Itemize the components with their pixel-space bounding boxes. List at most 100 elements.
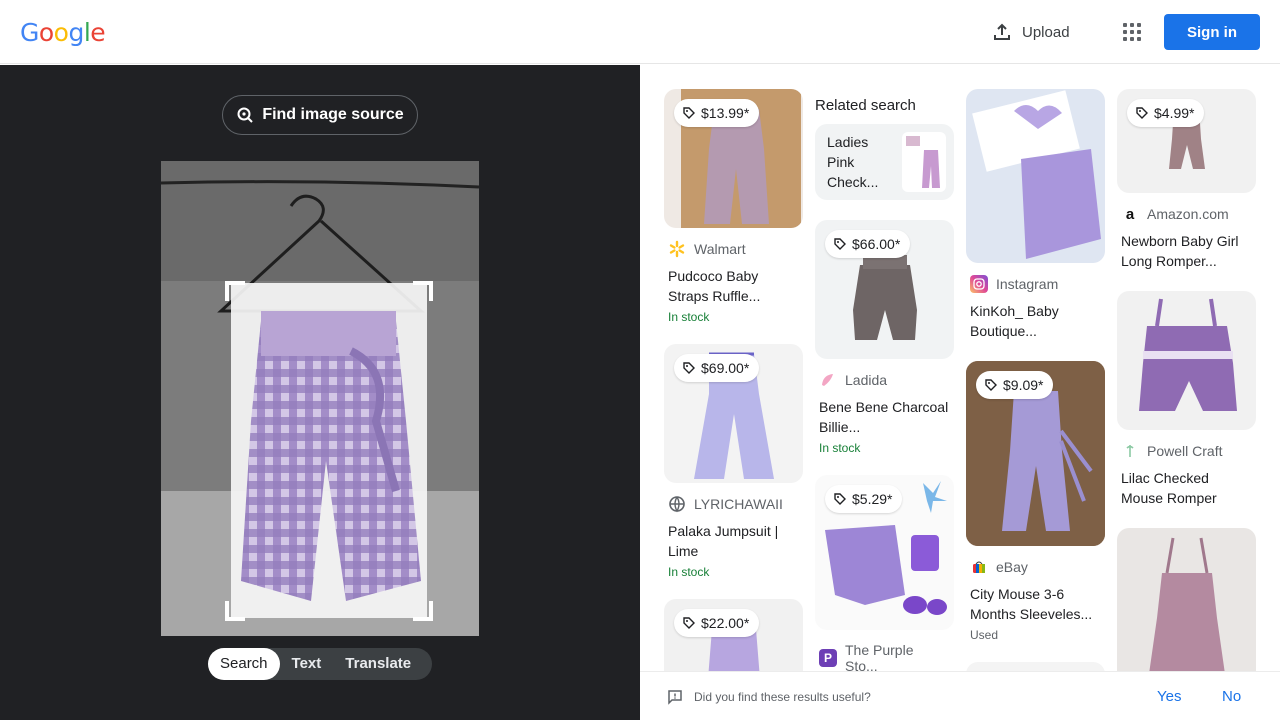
price-badge: $5.29* bbox=[825, 485, 903, 513]
related-search-thumbnail bbox=[902, 132, 946, 192]
feedback-yes-button[interactable]: Yes bbox=[1157, 688, 1181, 705]
related-search-chip[interactable]: Ladies Pink Check... bbox=[815, 124, 954, 200]
result-card[interactable]: $69.00* LYRICHAWAII Palaka Jumpsuit | Li… bbox=[664, 344, 803, 579]
result-title[interactable]: KinKoh_ Baby Boutique... bbox=[970, 301, 1101, 341]
result-card[interactable]: $22.00* bbox=[664, 599, 803, 671]
result-source: Walmart bbox=[668, 240, 799, 258]
result-card[interactable] bbox=[966, 662, 1105, 671]
price-tag-icon bbox=[683, 362, 695, 374]
mode-text-tab[interactable]: Text bbox=[280, 648, 334, 680]
price-label: $69.00* bbox=[701, 360, 750, 376]
results-column-3: Instagram KinKoh_ Baby Boutique... $9.09… bbox=[966, 89, 1105, 671]
price-tag-icon bbox=[683, 107, 695, 119]
result-thumbnail[interactable] bbox=[966, 89, 1105, 263]
price-tag-icon bbox=[834, 238, 846, 250]
product-image bbox=[1149, 537, 1225, 671]
related-search-heading: Related search bbox=[815, 97, 916, 114]
globe-icon bbox=[668, 495, 686, 513]
result-source: Instagram bbox=[970, 275, 1101, 293]
image-preview-panel: Find image source Search Text Translate bbox=[0, 65, 640, 720]
price-label: $22.00* bbox=[701, 615, 750, 631]
price-tag-icon bbox=[834, 493, 846, 505]
result-source: Powell Craft bbox=[1121, 442, 1252, 460]
price-badge: $22.00* bbox=[674, 609, 760, 637]
result-thumbnail[interactable]: $22.00* bbox=[664, 599, 803, 671]
apps-grid-icon[interactable] bbox=[1120, 20, 1144, 44]
result-card[interactable]: $13.99* Walmart Pudcoco Baby Straps Ruff… bbox=[664, 89, 803, 324]
result-card[interactable]: $5.29* P The Purple Sto... bbox=[815, 475, 954, 671]
uploaded-image[interactable] bbox=[161, 161, 479, 636]
source-name: LYRICHAWAII bbox=[694, 496, 783, 512]
source-name: Instagram bbox=[996, 276, 1059, 292]
results-column-4: $4.99* a Amazon.com Newborn Baby Girl Lo… bbox=[1117, 89, 1256, 671]
result-thumbnail[interactable] bbox=[1117, 291, 1256, 430]
source-name: The Purple Sto... bbox=[845, 642, 914, 671]
instagram-icon bbox=[970, 275, 988, 293]
source-name: Powell Craft bbox=[1147, 443, 1223, 459]
related-search-text: Ladies Pink Check... bbox=[827, 134, 879, 190]
result-source: P The Purple Sto... bbox=[819, 642, 950, 671]
price-tag-icon bbox=[1136, 107, 1148, 119]
result-thumbnail[interactable] bbox=[966, 662, 1105, 671]
result-thumbnail[interactable]: $9.09* bbox=[966, 361, 1105, 546]
stock-status: In stock bbox=[668, 565, 710, 579]
lens-search-icon bbox=[237, 107, 254, 123]
result-title[interactable]: Lilac Checked Mouse Romper bbox=[1121, 468, 1252, 508]
result-card[interactable]: $66.00* Ladida Bene Bene Charcoal Billie… bbox=[815, 220, 954, 455]
price-label: $9.09* bbox=[1003, 377, 1044, 393]
price-badge: $9.09* bbox=[976, 371, 1054, 399]
result-title[interactable]: Pudcoco Baby Straps Ruffle... bbox=[668, 266, 799, 306]
result-card[interactable]: Instagram KinKoh_ Baby Boutique... bbox=[966, 89, 1105, 341]
result-card[interactable]: $4.99* a Amazon.com Newborn Baby Girl Lo… bbox=[1117, 89, 1256, 271]
sign-in-button[interactable]: Sign in bbox=[1164, 14, 1260, 50]
result-card[interactable]: Powell Craft Lilac Checked Mouse Romper bbox=[1117, 291, 1256, 508]
amazon-a-icon: a bbox=[1125, 205, 1135, 223]
stock-status: In stock bbox=[819, 441, 861, 455]
price-badge: $13.99* bbox=[674, 99, 760, 127]
product-image bbox=[972, 90, 1101, 259]
product-image bbox=[1139, 298, 1237, 411]
result-source: eBay bbox=[970, 558, 1101, 576]
romper-photo bbox=[161, 161, 479, 636]
condition-status: Used bbox=[970, 628, 999, 642]
result-thumbnail[interactable]: $69.00* bbox=[664, 344, 803, 483]
feedback-no-button[interactable]: No bbox=[1222, 688, 1241, 705]
result-title[interactable]: City Mouse 3-6 Months Sleeveles... bbox=[970, 584, 1101, 624]
result-title[interactable]: Palaka Jumpsuit | Lime bbox=[668, 521, 799, 561]
result-thumbnail[interactable] bbox=[1117, 528, 1256, 671]
google-logo[interactable]: Google bbox=[20, 18, 106, 47]
source-name: Ladida bbox=[845, 372, 888, 388]
result-thumbnail[interactable]: $13.99* bbox=[664, 89, 803, 228]
price-label: $5.29* bbox=[852, 491, 893, 507]
price-label: $66.00* bbox=[852, 236, 901, 252]
feedback-question: Did you find these results useful? bbox=[694, 690, 871, 704]
result-source: Ladida bbox=[819, 371, 950, 389]
results-column-1: $13.99* Walmart Pudcoco Baby Straps Ruff… bbox=[664, 89, 803, 671]
result-thumbnail[interactable]: $5.29* bbox=[815, 475, 954, 630]
result-card[interactable] bbox=[1117, 528, 1256, 671]
mode-translate-tab[interactable]: Translate bbox=[333, 648, 423, 680]
top-bar: Google Upload Sign in bbox=[0, 0, 1280, 64]
mode-search-tab[interactable]: Search bbox=[208, 648, 280, 680]
result-source: LYRICHAWAII bbox=[668, 495, 799, 513]
price-badge: $4.99* bbox=[1127, 99, 1205, 127]
upload-icon bbox=[994, 23, 1010, 40]
find-image-source-button[interactable]: Find image source bbox=[222, 95, 418, 135]
result-thumbnail[interactable]: $66.00* bbox=[815, 220, 954, 359]
ladida-bird-icon bbox=[819, 371, 837, 389]
walmart-spark-icon bbox=[668, 240, 686, 258]
stock-status: In stock bbox=[668, 310, 710, 324]
price-tag-icon bbox=[985, 379, 997, 391]
result-title[interactable]: Bene Bene Charcoal Billie... bbox=[819, 397, 950, 437]
result-source: a Amazon.com bbox=[1121, 205, 1252, 223]
price-label: $4.99* bbox=[1154, 105, 1195, 121]
upload-label: Upload bbox=[1022, 23, 1070, 41]
result-title[interactable]: Newborn Baby Girl Long Romper... bbox=[1121, 231, 1252, 271]
result-card[interactable]: $9.09* eBay City Mouse 3-6 Months Sleeve… bbox=[966, 361, 1105, 642]
upload-button[interactable]: Upload bbox=[992, 20, 1070, 44]
mode-segmented-control: Search Text Translate bbox=[208, 648, 432, 680]
ebay-bag-icon bbox=[970, 558, 988, 576]
result-thumbnail[interactable]: $4.99* bbox=[1117, 89, 1256, 193]
results-grid: $13.99* Walmart Pudcoco Baby Straps Ruff… bbox=[640, 65, 1280, 671]
find-image-source-label: Find image source bbox=[262, 106, 404, 123]
